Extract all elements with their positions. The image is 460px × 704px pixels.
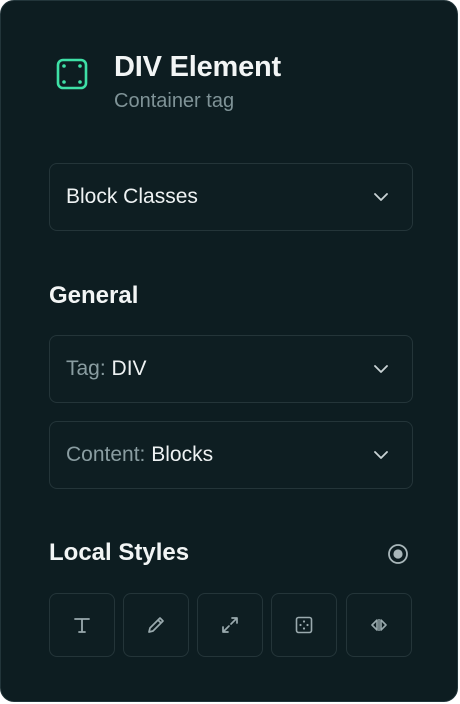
- spacing-tool-button[interactable]: [271, 593, 337, 657]
- local-styles-section-title: Local Styles: [49, 539, 190, 566]
- block-classes-dropdown[interactable]: Block Classes: [49, 163, 413, 231]
- arrows-horizontal-icon: [371, 619, 387, 631]
- content-prefix: Content:: [66, 443, 146, 466]
- element-panel: DIV Element Container tag Block Classes …: [0, 0, 458, 702]
- layout-tool-button[interactable]: [346, 593, 412, 657]
- tag-select-text: Tag: DIV: [66, 357, 372, 381]
- general-section-title: General: [49, 282, 139, 309]
- typography-tool-button[interactable]: [49, 593, 115, 657]
- expand-icon: [222, 617, 238, 633]
- chevron-down-icon: [374, 193, 388, 201]
- pencil-icon: [148, 617, 164, 633]
- block-classes-label: Block Classes: [66, 185, 198, 208]
- chevron-down-icon: [374, 451, 388, 459]
- element-title: DIV Element: [114, 51, 282, 83]
- tag-value: DIV: [111, 357, 147, 380]
- tag-prefix: Tag:: [66, 357, 106, 380]
- div-element-icon: [56, 58, 88, 90]
- text-icon: [74, 618, 90, 633]
- tag-dropdown[interactable]: Tag: DIV: [49, 335, 413, 403]
- element-subtitle: Container tag: [114, 90, 235, 112]
- size-tool-button[interactable]: [197, 593, 263, 657]
- color-tool-button[interactable]: [123, 593, 189, 657]
- content-select-text: Content: Blocks: [66, 443, 372, 467]
- chevron-down-icon: [374, 365, 388, 373]
- content-dropdown[interactable]: Content: Blocks: [49, 421, 413, 489]
- grid-dots-icon: [295, 616, 313, 634]
- radio-dot-icon[interactable]: [386, 542, 410, 566]
- content-value: Blocks: [151, 443, 214, 466]
